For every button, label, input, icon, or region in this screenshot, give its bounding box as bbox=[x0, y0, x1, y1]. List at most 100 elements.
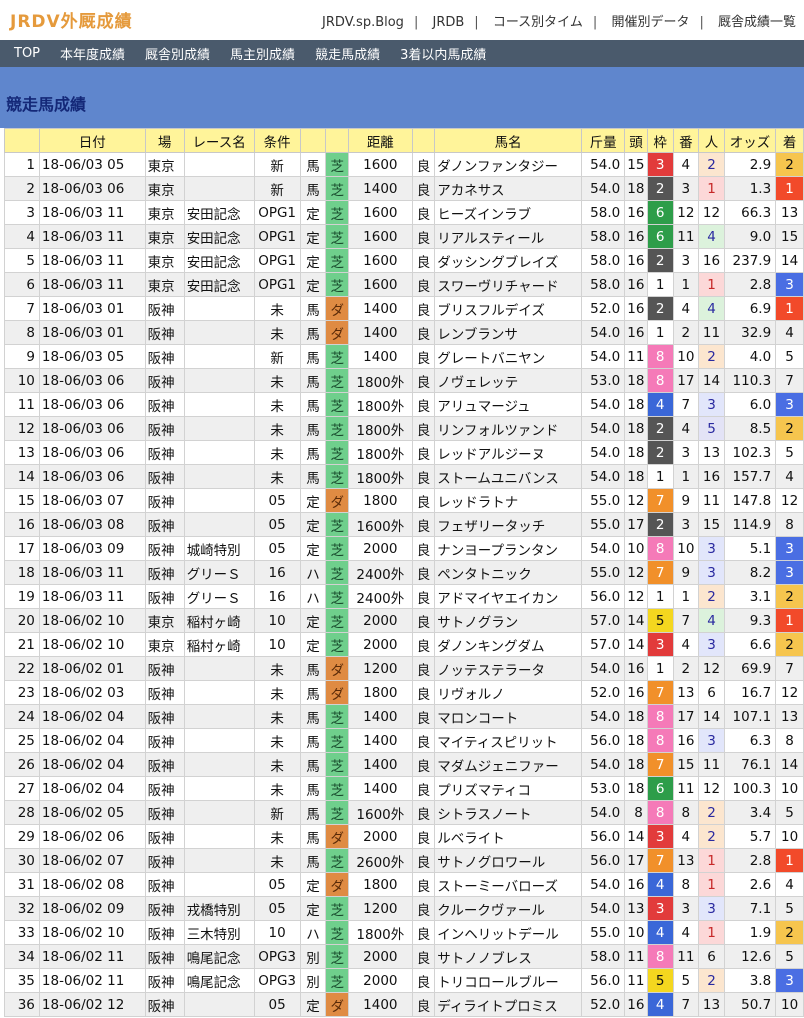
row-number: 3 bbox=[4, 200, 40, 225]
column-header: 距離 bbox=[347, 128, 413, 153]
venue: 阪神 bbox=[144, 800, 185, 825]
row-number: 5 bbox=[4, 248, 40, 273]
popularity: 2 bbox=[698, 584, 725, 609]
nav-this-year[interactable]: 本年度成績 bbox=[60, 44, 125, 63]
horse-name[interactable]: プリズマティコ bbox=[434, 776, 583, 801]
horse-name[interactable]: マロンコート bbox=[434, 704, 583, 729]
race-class: 10 bbox=[253, 608, 301, 633]
horse-name[interactable]: スワーヴリチャード bbox=[434, 272, 583, 297]
horse-name[interactable]: ダッシングブレイズ bbox=[434, 248, 583, 273]
race-name bbox=[183, 296, 255, 321]
weight-type: 定 bbox=[299, 224, 327, 249]
field-size: 16 bbox=[624, 248, 648, 273]
venue: 阪神 bbox=[144, 656, 185, 681]
link-meeting-data[interactable]: 開催別データ bbox=[611, 15, 689, 30]
horse-name[interactable]: サトノグラン bbox=[434, 608, 583, 633]
horse-name[interactable]: レッドアルジーヌ bbox=[434, 440, 583, 465]
horse-name[interactable]: ナンヨープランタン bbox=[434, 536, 583, 561]
horse-name[interactable]: マダムジェニファー bbox=[434, 752, 583, 777]
race-class: 05 bbox=[253, 512, 301, 537]
weight-type: 定 bbox=[299, 872, 327, 897]
row-number: 36 bbox=[4, 992, 40, 1017]
horse-name[interactable]: ディライトプロミス bbox=[434, 992, 583, 1017]
carried-weight: 54.0 bbox=[581, 800, 626, 825]
field-size: 10 bbox=[624, 536, 648, 561]
race-name bbox=[183, 152, 255, 177]
field-size: 11 bbox=[624, 944, 648, 969]
nav-by-owner[interactable]: 馬主別成績 bbox=[230, 44, 295, 63]
horse-name[interactable]: アカネサス bbox=[434, 176, 583, 201]
horse-name[interactable]: ダノンキングダム bbox=[434, 632, 583, 657]
horse-number: 1 bbox=[672, 584, 700, 609]
horse-name[interactable]: マイティスピリット bbox=[434, 728, 583, 753]
popularity: 5 bbox=[698, 416, 725, 441]
nav-top[interactable]: TOP bbox=[14, 46, 40, 61]
weight-type: 馬 bbox=[299, 824, 327, 849]
gate-frame: 2 bbox=[646, 512, 674, 537]
surface: 芝 bbox=[325, 512, 349, 537]
horse-name[interactable]: トリコロールブルー bbox=[434, 968, 583, 993]
horse-name[interactable]: リアルスティール bbox=[434, 224, 583, 249]
finish-position: 3 bbox=[775, 560, 804, 585]
track-condition: 良 bbox=[411, 224, 436, 249]
table-row: 30 18-06/02 07 阪神未馬芝 2600外良サトノグロワール 56.0 17 7 1… bbox=[4, 848, 804, 873]
horse-name[interactable]: サトノノブレス bbox=[434, 944, 583, 969]
race-class: 10 bbox=[253, 632, 301, 657]
finish-position: 2 bbox=[775, 584, 804, 609]
horse-name[interactable]: ルベライト bbox=[434, 824, 583, 849]
horse-name[interactable]: ブリスフルデイズ bbox=[434, 296, 583, 321]
site-logo[interactable]: JRDV外厩成績 bbox=[10, 7, 133, 32]
nav-by-stable[interactable]: 厩舎別成績 bbox=[145, 44, 210, 63]
field-size: 11 bbox=[624, 344, 648, 369]
row-number: 30 bbox=[4, 848, 40, 873]
horse-number: 10 bbox=[672, 344, 700, 369]
table-row: 31 18-06/02 08 阪神 05 定ダ 1800 良ストーミーバローズ 54.0 16 4… bbox=[4, 872, 804, 897]
race-name bbox=[183, 320, 255, 345]
horse-name[interactable]: ストームユニバンス bbox=[434, 464, 583, 489]
field-size: 18 bbox=[624, 392, 648, 417]
gate-frame: 2 bbox=[646, 296, 674, 321]
horse-name[interactable]: フェザリータッチ bbox=[434, 512, 583, 537]
carried-weight: 54.0 bbox=[581, 416, 626, 441]
link-blog[interactable]: JRDV.sp.Blog bbox=[322, 15, 404, 30]
horse-name[interactable]: グレートバニヤン bbox=[434, 344, 583, 369]
horse-name[interactable]: クルークヴァール bbox=[434, 896, 583, 921]
horse-name[interactable]: ダノンファンタジー bbox=[434, 152, 583, 177]
distance: 2000 bbox=[347, 632, 413, 657]
nav-top3-results[interactable]: 3着以内馬成績 bbox=[400, 44, 486, 63]
horse-name[interactable]: アドマイヤエイカン bbox=[434, 584, 583, 609]
horse-name[interactable]: インヘリットデール bbox=[434, 920, 583, 945]
horse-name[interactable]: レンブランサ bbox=[434, 320, 583, 345]
horse-name[interactable]: ストーミーバローズ bbox=[434, 872, 583, 897]
table-row: 1 18-06/03 05 東京新馬芝 1600 良ダノンファンタジー 54.0 15 3 4 2… bbox=[4, 152, 804, 177]
finish-position: 3 bbox=[775, 536, 804, 561]
horse-name[interactable]: リヴォルノ bbox=[434, 680, 583, 705]
horse-name[interactable]: ノッテステラータ bbox=[434, 656, 583, 681]
weight-type: 馬 bbox=[299, 680, 327, 705]
surface: 芝 bbox=[325, 944, 349, 969]
horse-name[interactable]: レッドラトナ bbox=[434, 488, 583, 513]
horse-name[interactable]: アリュマージュ bbox=[434, 392, 583, 417]
table-row: 18 18-06/03 11 阪神 グリーＳ 16 ハ芝 2400外良ペンタトニック 55.0… bbox=[4, 560, 804, 585]
link-stable-list[interactable]: 厩舎成績一覧 bbox=[718, 15, 796, 30]
row-number: 9 bbox=[4, 344, 40, 369]
odds: 4.0 bbox=[723, 344, 777, 369]
popularity: 3 bbox=[698, 728, 725, 753]
horse-name[interactable]: ノヴェレッテ bbox=[434, 368, 583, 393]
row-number: 35 bbox=[4, 968, 40, 993]
horse-name[interactable]: シトラスノート bbox=[434, 800, 583, 825]
horse-name[interactable]: ペンタトニック bbox=[434, 560, 583, 585]
popularity: 14 bbox=[698, 704, 725, 729]
odds: 3.8 bbox=[723, 968, 777, 993]
link-course-time[interactable]: コース別タイム bbox=[493, 15, 583, 30]
track-condition: 良 bbox=[411, 848, 436, 873]
odds: 1.3 bbox=[723, 176, 777, 201]
link-jrdb[interactable]: JRDB bbox=[432, 15, 464, 30]
horse-name[interactable]: ヒーズインラブ bbox=[434, 200, 583, 225]
nav-horse-results[interactable]: 競走馬成績 bbox=[315, 44, 380, 63]
field-size: 16 bbox=[624, 224, 648, 249]
horse-name[interactable]: リンフォルツァンド bbox=[434, 416, 583, 441]
race-class: OPG3 bbox=[253, 968, 301, 993]
horse-name[interactable]: サトノグロワール bbox=[434, 848, 583, 873]
surface: ダ bbox=[325, 320, 349, 345]
